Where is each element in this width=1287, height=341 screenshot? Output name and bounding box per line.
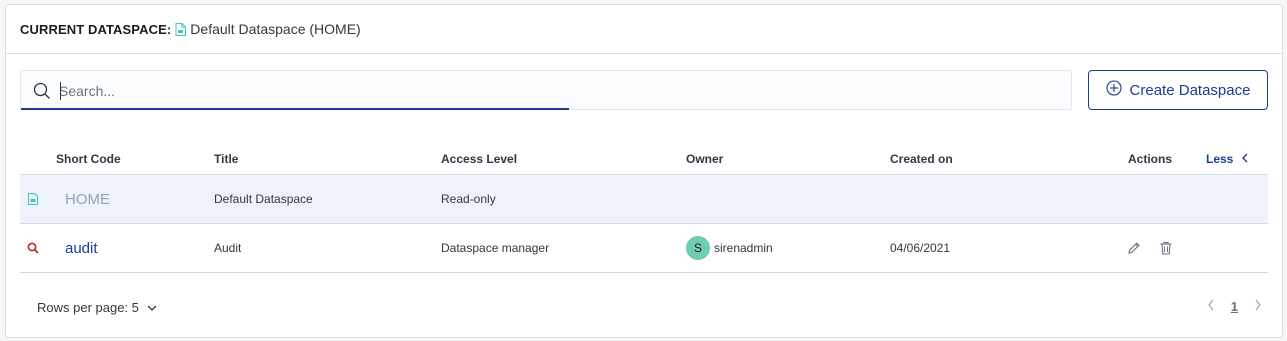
short-code-link[interactable]: audit bbox=[65, 224, 98, 272]
chevron-down-icon bbox=[147, 300, 157, 315]
owner-name: sirenadmin bbox=[714, 241, 773, 255]
pagination: 1 bbox=[1207, 299, 1262, 314]
next-page-button[interactable] bbox=[1254, 299, 1262, 314]
rows-per-page-label: Rows per page: 5 bbox=[37, 300, 139, 315]
search-focus-underline bbox=[21, 108, 569, 110]
less-label: Less bbox=[1206, 152, 1234, 166]
document-icon bbox=[28, 175, 38, 223]
document-icon bbox=[175, 22, 187, 36]
title-cell: Default Dataspace bbox=[214, 192, 313, 206]
dataspaces-table: Short Code Title Access Level Owner Crea… bbox=[20, 140, 1268, 273]
column-title[interactable]: Title bbox=[214, 152, 238, 166]
page-number-button[interactable]: 1 bbox=[1231, 299, 1238, 314]
previous-page-button[interactable] bbox=[1207, 299, 1215, 314]
chevron-left-icon bbox=[1241, 152, 1249, 166]
less-toggle[interactable]: Less bbox=[1206, 152, 1249, 166]
column-created-on[interactable]: Created on bbox=[890, 152, 953, 166]
delete-button[interactable] bbox=[1158, 224, 1174, 272]
create-dataspace-label: Create Dataspace bbox=[1129, 81, 1251, 99]
column-owner[interactable]: Owner bbox=[686, 152, 723, 166]
owner-cell: S sirenadmin bbox=[686, 224, 773, 272]
pencil-icon bbox=[1128, 242, 1140, 254]
access-level-cell: Dataspace manager bbox=[441, 241, 550, 255]
edit-button[interactable] bbox=[1126, 224, 1142, 272]
rows-per-page-button[interactable]: Rows per page: 5 bbox=[37, 300, 157, 315]
table-row[interactable]: audit Audit Dataspace manager S sirenadm… bbox=[20, 224, 1268, 273]
avatar: S bbox=[686, 236, 710, 260]
search-field[interactable] bbox=[20, 70, 1072, 110]
created-on-cell: 04/06/2021 bbox=[890, 241, 951, 255]
access-level-cell: Read-only bbox=[441, 192, 496, 206]
search-input[interactable] bbox=[59, 79, 1059, 103]
column-access-level[interactable]: Access Level bbox=[441, 152, 517, 166]
chevron-left-icon bbox=[1207, 299, 1214, 311]
column-short-code[interactable]: Short Code bbox=[56, 152, 121, 166]
dataspace-panel: CURRENT DATASPACE: Default Dataspace (HO… bbox=[5, 4, 1283, 338]
current-dataspace-label: CURRENT DATASPACE: bbox=[20, 21, 172, 37]
chevron-right-icon bbox=[1255, 299, 1261, 311]
table-row[interactable]: HOME Default Dataspace Read-only bbox=[20, 175, 1268, 224]
current-dataspace-name[interactable]: Default Dataspace (HOME) bbox=[190, 21, 360, 37]
table-footer: Rows per page: 5 1 bbox=[20, 293, 1268, 323]
table-header: Short Code Title Access Level Owner Crea… bbox=[20, 140, 1268, 175]
column-actions: Actions bbox=[1128, 152, 1173, 166]
title-cell: Audit bbox=[214, 241, 242, 255]
search-icon bbox=[27, 224, 39, 272]
short-code: HOME bbox=[65, 190, 110, 208]
text-caret bbox=[60, 82, 61, 100]
create-dataspace-button[interactable]: Create Dataspace bbox=[1088, 70, 1268, 110]
current-dataspace-header: CURRENT DATASPACE: Default Dataspace (HO… bbox=[6, 5, 1282, 54]
trash-icon bbox=[1160, 241, 1172, 255]
search-icon bbox=[33, 82, 51, 105]
plus-circle-icon bbox=[1105, 80, 1122, 100]
